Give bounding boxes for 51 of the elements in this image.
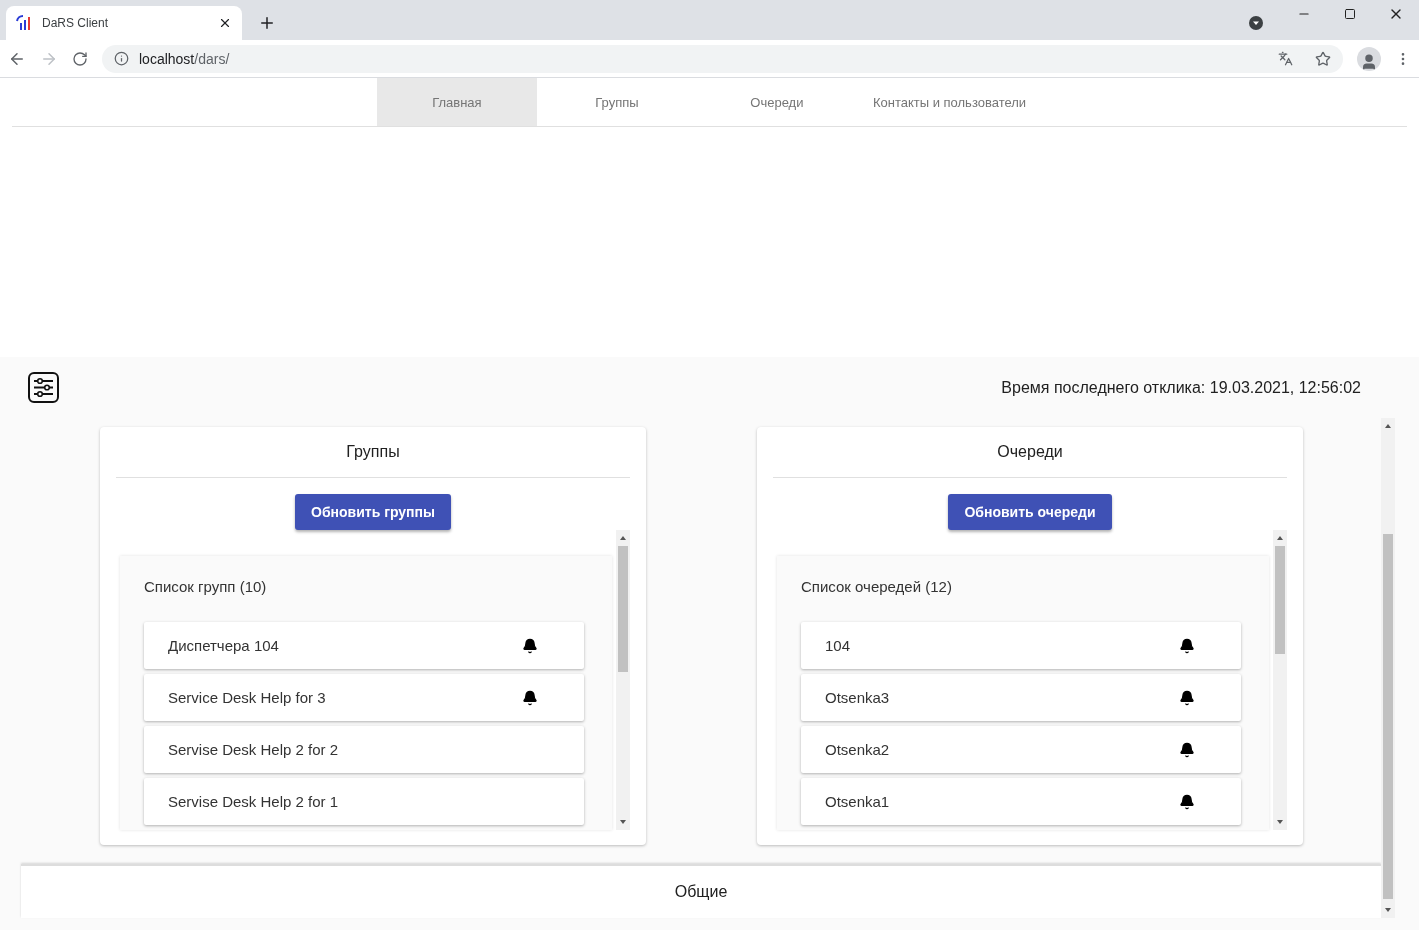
nav-tab[interactable]: Главная <box>376 78 537 126</box>
bell-icon[interactable] <box>522 637 538 654</box>
item-name: Otsenka2 <box>825 741 890 758</box>
section-header[interactable]: Общие <box>21 864 1381 918</box>
card-title: Группы <box>116 427 630 478</box>
scrollbar[interactable] <box>1273 530 1287 830</box>
list-item[interactable]: Service Desk Help for 3 <box>144 674 584 721</box>
scrollbar[interactable] <box>616 530 630 830</box>
item-name: Otsenka3 <box>825 689 890 706</box>
item-name: Service Desk Help for 3 <box>168 689 326 706</box>
item-name: 104 <box>825 637 851 654</box>
list-title: Список очередей (12) <box>801 576 953 597</box>
nav-tab[interactable]: Очереди <box>696 78 857 126</box>
list-item[interactable]: Otsenka1 <box>801 778 1241 825</box>
refresh-button[interactable]: Обновить очереди <box>948 494 1112 530</box>
item-name: Otsenka1 <box>825 793 890 810</box>
list-item[interactable]: 104 <box>801 622 1241 669</box>
close-icon[interactable] <box>218 16 232 30</box>
info-icon <box>114 51 129 66</box>
bell-icon[interactable] <box>1179 637 1195 654</box>
card-title: Очереди <box>773 427 1287 478</box>
url-host: localhost <box>139 50 195 67</box>
list-title: Список групп (10) <box>144 576 268 597</box>
item-name: Servise Desk Help 2 for 2 <box>168 741 339 758</box>
star-icon[interactable] <box>1315 50 1331 67</box>
list-item[interactable]: Servise Desk Help 2 for 2 <box>144 726 584 773</box>
bell-icon[interactable] <box>1179 793 1195 810</box>
url-path: /dars/ <box>194 50 230 67</box>
bell-icon[interactable] <box>1179 689 1195 706</box>
last-response-time: Время последнего отклика: 19.03.2021, 12:56:02 <box>1001 378 1361 397</box>
page-scrollbar[interactable] <box>1381 418 1395 918</box>
item-name: Диспетчера 104 <box>168 637 279 654</box>
browser-tab[interactable]: DaRS Client <box>6 6 242 40</box>
nav-tab[interactable]: Контакты и пользователи <box>856 78 1043 126</box>
bell-icon[interactable] <box>522 689 538 706</box>
list-item[interactable]: Диспетчера 104 <box>144 622 584 669</box>
bell-icon[interactable] <box>1179 741 1195 758</box>
settings-sliders-icon[interactable] <box>28 372 59 403</box>
refresh-button[interactable]: Обновить группы <box>295 494 451 530</box>
tab-search-icon[interactable] <box>1249 16 1263 30</box>
list-item[interactable]: Otsenka3 <box>801 674 1241 721</box>
translate-icon[interactable] <box>1278 51 1293 66</box>
new-tab-icon[interactable] <box>258 14 276 32</box>
profile-icon[interactable] <box>1357 46 1381 71</box>
list-item[interactable]: Servise Desk Help 2 for 1 <box>144 778 584 825</box>
address-bar[interactable]: localhost/dars/ <box>102 44 1343 73</box>
reload-icon[interactable] <box>72 50 88 67</box>
item-name: Servise Desk Help 2 for 1 <box>168 793 339 810</box>
nav-tab[interactable]: Группы <box>536 78 697 126</box>
tab-title: DaRS Client <box>42 16 110 30</box>
list-item[interactable]: Otsenka2 <box>801 726 1241 773</box>
